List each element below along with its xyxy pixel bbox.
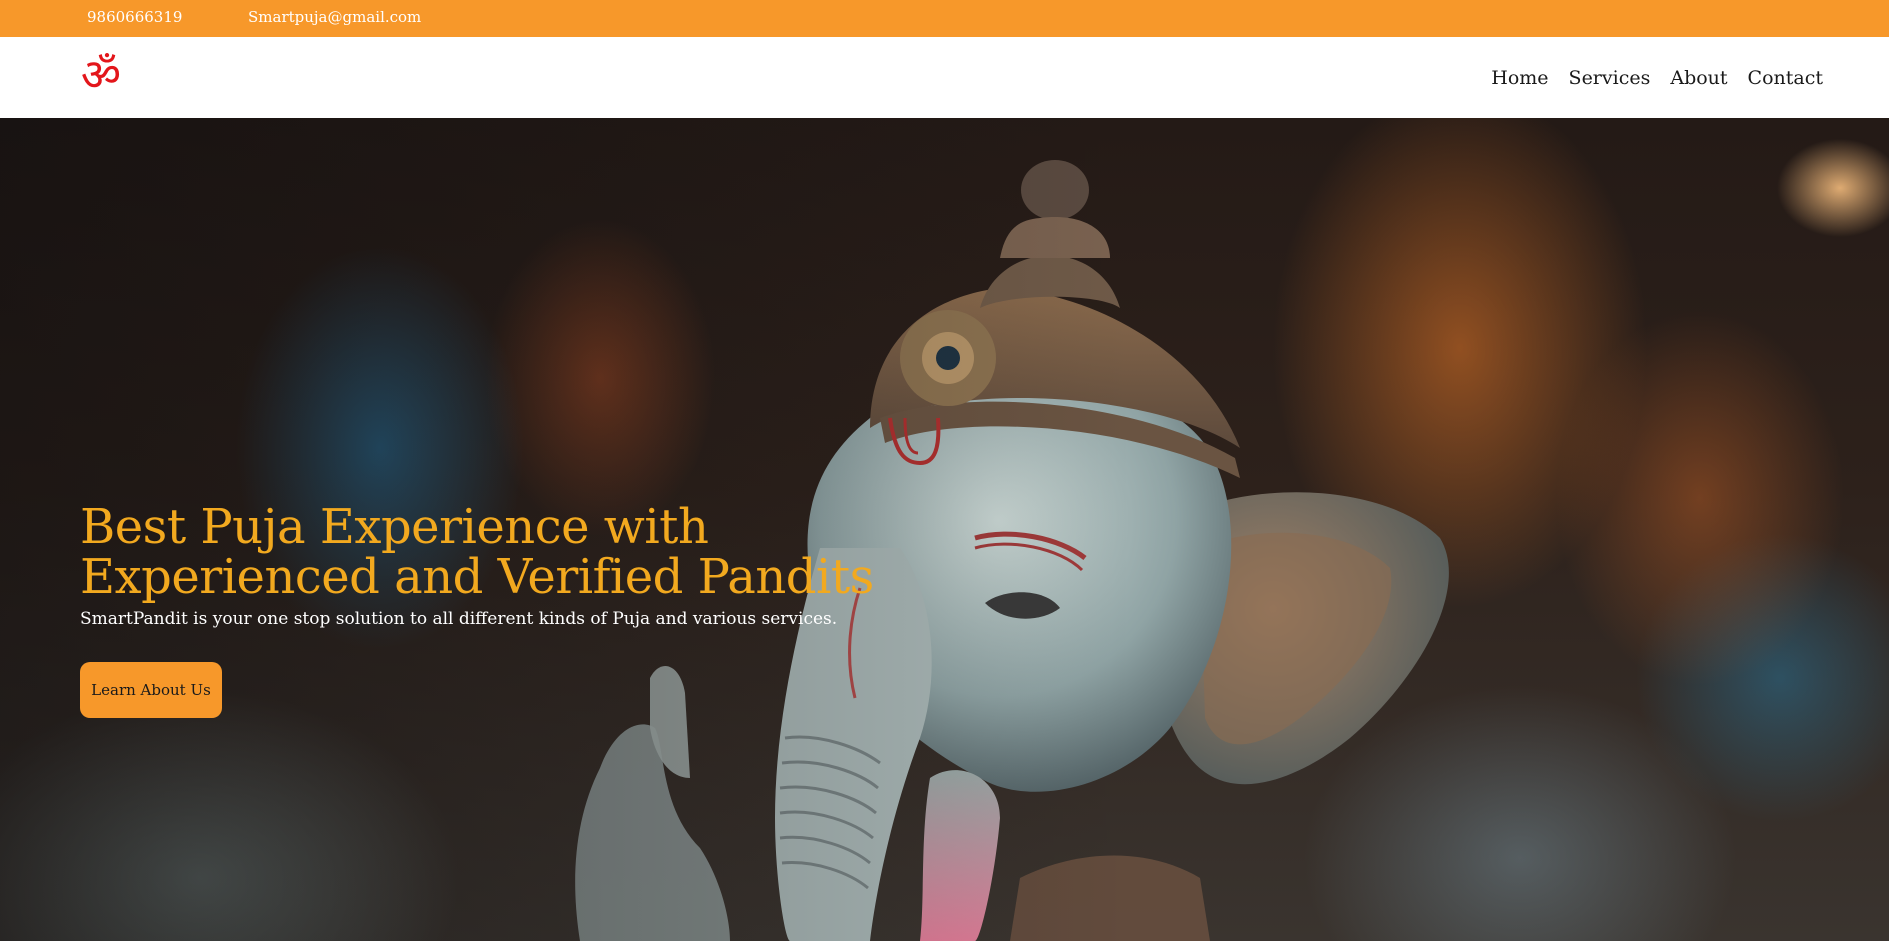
- main-navbar: ॐ Home Services About Contact: [0, 37, 1889, 118]
- email-address[interactable]: Smartpuja@gmail.com: [248, 8, 421, 26]
- top-contact-bar: 9860666319 Smartpuja@gmail.com: [0, 0, 1889, 37]
- learn-about-us-button[interactable]: Learn About Us: [80, 662, 222, 718]
- hero-title-line-1: Best Puja Experience with: [80, 499, 709, 555]
- nav-contact-link[interactable]: Contact: [1748, 67, 1823, 89]
- nav-services-link[interactable]: Services: [1569, 67, 1651, 89]
- hero-title-line-2: Experienced and Verified Pandits: [80, 549, 874, 605]
- nav-about-link[interactable]: About: [1670, 67, 1727, 89]
- nav-menu: Home Services About Contact: [1491, 37, 1823, 118]
- nav-home-link[interactable]: Home: [1491, 67, 1548, 89]
- phone-number[interactable]: 9860666319: [87, 8, 182, 26]
- hero-subtitle: SmartPandit is your one stop solution to…: [80, 609, 838, 629]
- hero-title: Best Puja Experience with Experienced an…: [80, 499, 874, 605]
- hero-section: Best Puja Experience with Experienced an…: [0, 118, 1889, 941]
- om-symbol-icon[interactable]: ॐ: [79, 51, 123, 101]
